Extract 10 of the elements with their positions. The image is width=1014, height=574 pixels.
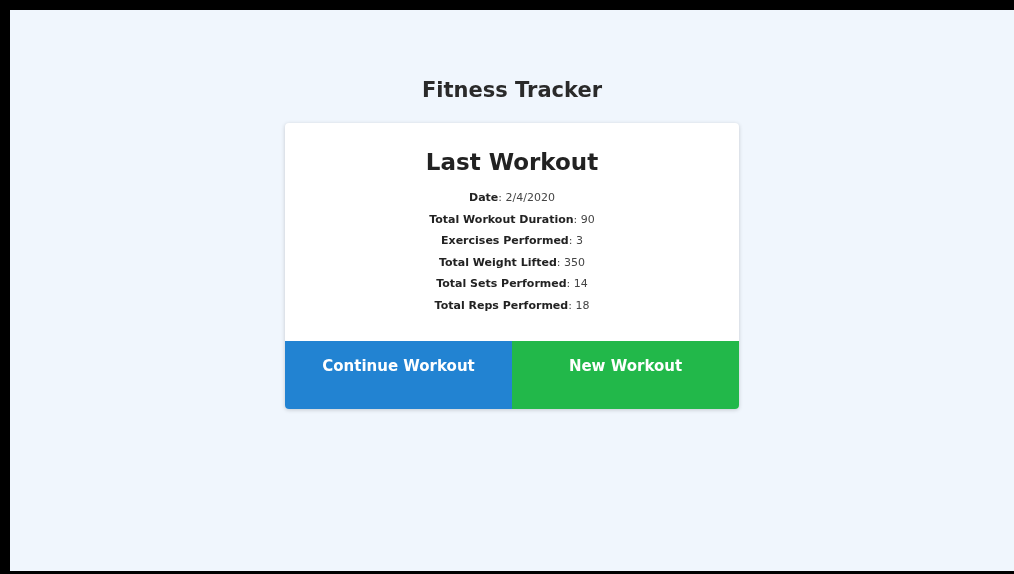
stat-line: Total Sets Performed: 14 — [436, 276, 588, 293]
stat-line: Total Workout Duration: 90 — [429, 211, 595, 228]
card-title: Last Workout — [424, 148, 600, 177]
continue-workout-button[interactable]: Continue Workout — [285, 340, 512, 409]
stat-line: Total Weight Lifted: 350 — [439, 254, 585, 271]
stat-line: Exercises Performed: 3 — [441, 233, 583, 250]
page-title: Fitness Tracker — [421, 77, 603, 104]
stat-line: Total Reps Performed: 18 — [434, 297, 590, 314]
stat-line: Date: 2/4/2020 — [469, 190, 555, 206]
new-workout-button[interactable]: New Workout — [512, 340, 739, 409]
